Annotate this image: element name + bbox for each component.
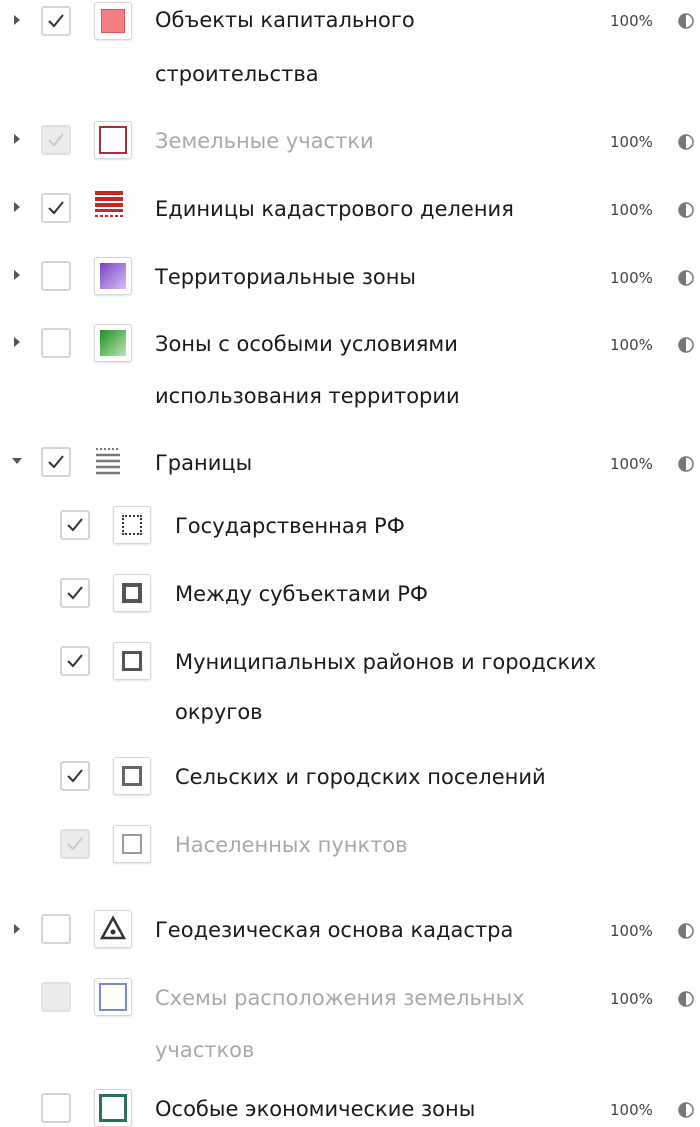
collapse-caret-icon[interactable]	[12, 458, 22, 464]
opacity-value[interactable]: 100%	[610, 133, 653, 151]
layer-checkbox[interactable]	[41, 982, 71, 1012]
triangle-point-icon	[99, 915, 127, 940]
checkmark-icon	[48, 201, 64, 215]
lines-icon	[96, 448, 120, 475]
checkmark-icon	[48, 455, 64, 469]
layer-label: Земельные участки	[155, 129, 374, 153]
layer-symbol-capital-objects	[94, 2, 132, 40]
layer-checkbox[interactable]	[41, 447, 71, 477]
layer-checkbox[interactable]	[41, 125, 71, 155]
layer-checkbox[interactable]	[41, 328, 71, 358]
sublayer-checkbox[interactable]	[60, 510, 90, 540]
checkmark-icon	[48, 14, 64, 28]
half-circle-opacity-icon[interactable]	[678, 13, 694, 29]
opacity-value[interactable]: 100%	[610, 201, 653, 219]
opacity-value[interactable]: 100%	[610, 12, 653, 30]
layer-symbol-special-economic-zones	[94, 1089, 132, 1127]
layer-symbol-special-zones	[94, 324, 132, 362]
layer-symbol-land-plots	[94, 121, 132, 159]
half-circle-opacity-icon[interactable]	[678, 202, 694, 218]
striped-red-icon	[95, 191, 123, 217]
layer-checkbox[interactable]	[41, 193, 71, 223]
opacity-value[interactable]: 100%	[610, 336, 653, 354]
half-circle-opacity-icon[interactable]	[678, 923, 694, 939]
sublayer-label: Населенных пунктов	[175, 833, 408, 857]
sublayer-checkbox[interactable]	[60, 646, 90, 676]
layer-label: Особые экономические зоны	[155, 1097, 476, 1121]
sublayer-label: Между субъектами РФ	[175, 582, 428, 606]
checkmark-icon	[67, 837, 83, 851]
sublayer-symbol-state-border	[113, 506, 151, 544]
layer-checkbox[interactable]	[41, 1093, 71, 1123]
layer-checkbox[interactable]	[41, 6, 71, 36]
expand-caret-icon[interactable]	[14, 337, 20, 347]
sublayer-symbol-between-subjects	[113, 574, 151, 612]
expand-caret-icon[interactable]	[14, 924, 20, 934]
layer-checkbox[interactable]	[41, 261, 71, 291]
opacity-value[interactable]: 100%	[610, 269, 653, 287]
layer-label-line2: участков	[155, 1038, 255, 1062]
half-circle-opacity-icon[interactable]	[678, 337, 694, 353]
layer-symbol-territorial-zones	[94, 257, 132, 295]
sublayer-label-line2: округов	[175, 700, 263, 724]
layer-symbol-geodetic-base	[94, 910, 132, 948]
expand-caret-icon[interactable]	[14, 15, 20, 25]
opacity-value[interactable]: 100%	[610, 455, 653, 473]
checkmark-icon	[48, 133, 64, 147]
checkmark-icon	[67, 518, 83, 532]
sublayer-label: Сельских и городских поселений	[175, 765, 546, 789]
opacity-value[interactable]: 100%	[610, 922, 653, 940]
layer-symbol-land-plot-schemes	[94, 978, 132, 1016]
half-circle-opacity-icon[interactable]	[678, 1102, 694, 1118]
expand-caret-icon[interactable]	[14, 134, 20, 144]
half-circle-opacity-icon[interactable]	[678, 270, 694, 286]
layer-label-line2: использования территории	[155, 384, 460, 408]
sublayer-symbol-localities	[113, 825, 151, 863]
expand-caret-icon[interactable]	[14, 270, 20, 280]
layer-label: Схемы расположения земельных	[155, 986, 525, 1010]
checkmark-icon	[67, 586, 83, 600]
layer-label: Границы	[155, 451, 253, 475]
sublayer-symbol-settlements	[113, 757, 151, 795]
sublayer-checkbox[interactable]	[60, 829, 90, 859]
opacity-value[interactable]: 100%	[610, 1101, 653, 1119]
expand-caret-icon[interactable]	[14, 202, 20, 212]
checkmark-icon	[67, 769, 83, 783]
layer-label: Единицы кадастрового деления	[155, 197, 514, 221]
half-circle-opacity-icon[interactable]	[678, 991, 694, 1007]
layer-symbol-cadastral-units	[94, 189, 132, 227]
sublayer-label: Муниципальных районов и городских	[175, 650, 597, 674]
half-circle-opacity-icon[interactable]	[678, 134, 694, 150]
layer-label: Объекты капитального	[155, 8, 415, 32]
sublayer-symbol-municipal-districts	[113, 642, 151, 680]
opacity-value[interactable]: 100%	[610, 990, 653, 1008]
sublayer-label: Государственная РФ	[175, 514, 405, 538]
layer-symbol-boundaries	[94, 443, 132, 481]
layer-checkbox[interactable]	[41, 914, 71, 944]
layer-label: Территориальные зоны	[155, 265, 417, 289]
checkmark-icon	[67, 654, 83, 668]
layer-label: Зоны с особыми условиями	[155, 332, 458, 356]
layer-label-line2: строительства	[155, 62, 319, 86]
sublayer-checkbox[interactable]	[60, 578, 90, 608]
sublayer-checkbox[interactable]	[60, 761, 90, 791]
layer-label: Геодезическая основа кадастра	[155, 918, 514, 942]
half-circle-opacity-icon[interactable]	[678, 456, 694, 472]
